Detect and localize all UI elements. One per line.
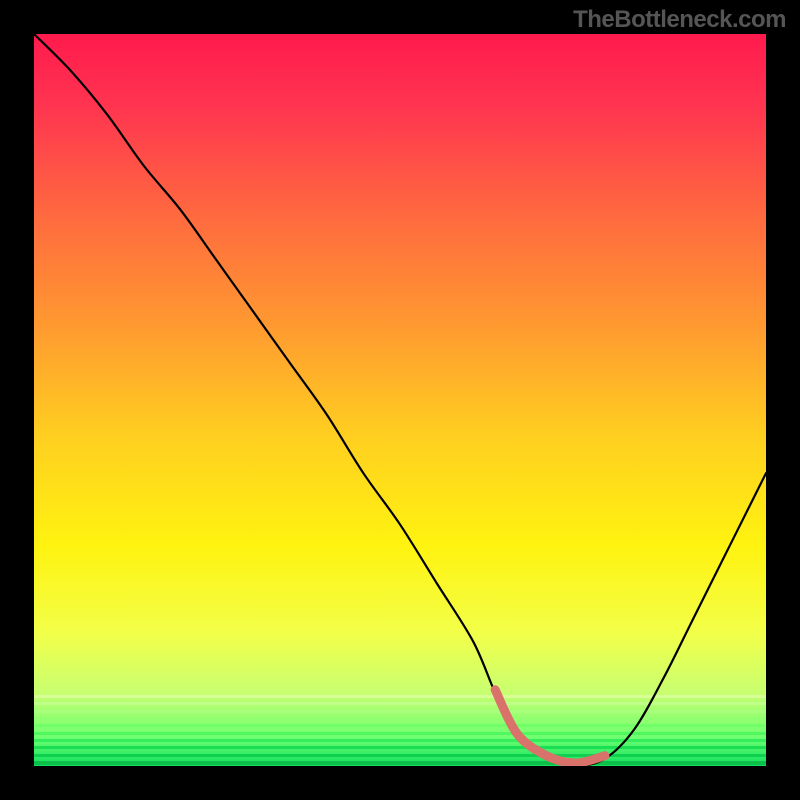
optimum-marker xyxy=(495,690,605,763)
chart-lines xyxy=(34,34,766,766)
watermark-text: TheBottleneck.com xyxy=(573,6,786,34)
bottleneck-curve xyxy=(34,34,766,766)
plot-area xyxy=(34,34,766,766)
